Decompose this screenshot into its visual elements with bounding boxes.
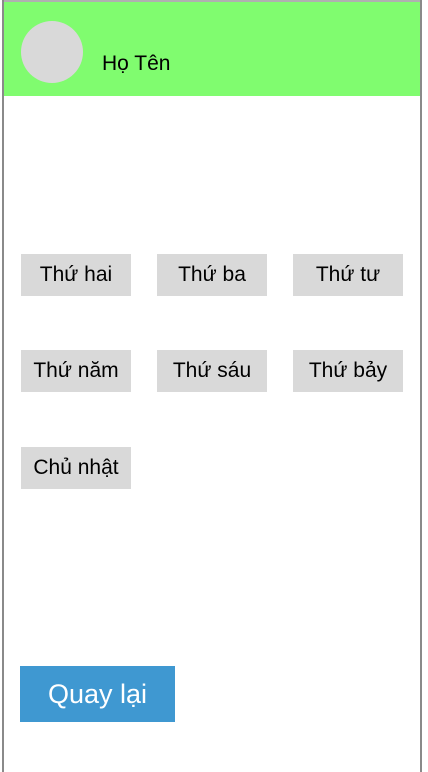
day-button-wednesday[interactable]: Thứ tư bbox=[293, 254, 403, 296]
day-button-tuesday[interactable]: Thứ ba bbox=[157, 254, 267, 296]
day-button-saturday[interactable]: Thứ bảy bbox=[293, 350, 403, 392]
avatar[interactable] bbox=[21, 21, 83, 83]
user-name: Họ Tên bbox=[102, 52, 171, 75]
window-border-right bbox=[420, 0, 422, 772]
day-button-sunday[interactable]: Chủ nhật bbox=[21, 447, 131, 489]
day-button-friday[interactable]: Thứ sáu bbox=[157, 350, 267, 392]
window-border-left bbox=[2, 0, 4, 772]
app-screen: Họ Tên Thứ hai Thứ ba Thứ tư Thứ năm Thứ… bbox=[0, 0, 428, 772]
profile-header: Họ Tên bbox=[4, 2, 420, 96]
back-button[interactable]: Quay lại bbox=[20, 666, 175, 722]
day-button-thursday[interactable]: Thứ năm bbox=[21, 350, 131, 392]
day-button-monday[interactable]: Thứ hai bbox=[21, 254, 131, 296]
